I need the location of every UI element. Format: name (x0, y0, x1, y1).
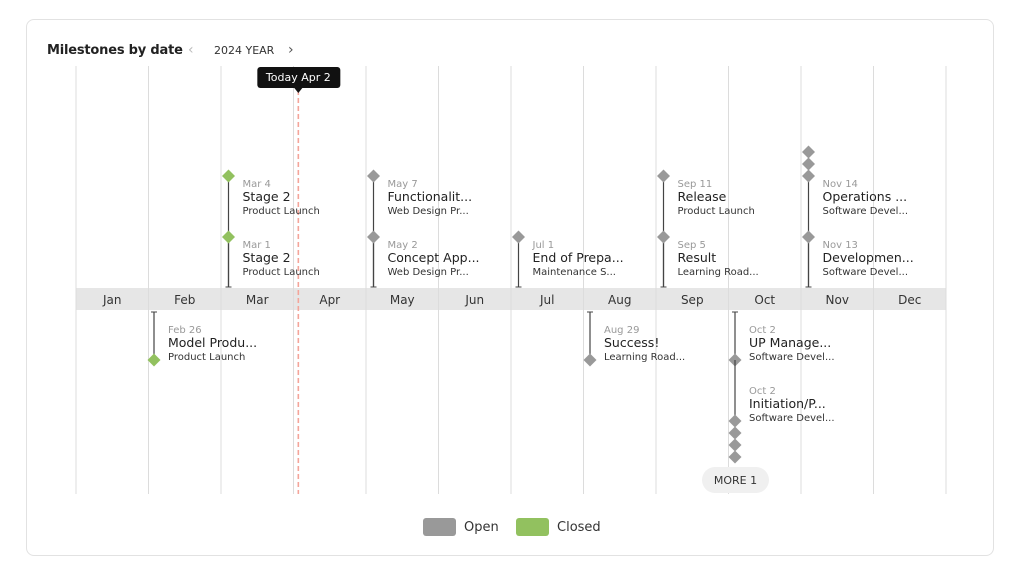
milestone-project: Learning Road... (604, 352, 685, 363)
milestone-title: Functionalit... (388, 189, 473, 204)
milestone-title: Developmen... (823, 250, 914, 265)
milestone-project: Web Design Pr... (388, 267, 469, 278)
legend-item-open[interactable]: Open (423, 518, 499, 536)
milestone-project: Product Launch (243, 206, 320, 217)
milestone-below[interactable]: Oct 2UP Manage...Software Devel... (728, 311, 835, 367)
legend-label-open: Open (464, 519, 499, 535)
month-label-jul: Jul (539, 293, 554, 307)
month-label-nov: Nov (826, 293, 849, 307)
milestone-project: Learning Road... (678, 267, 759, 278)
stacked-marker (802, 145, 815, 159)
milestone-marker-open (802, 230, 815, 244)
milestone-title: Release (678, 189, 727, 204)
milestone-below[interactable]: Oct 2Initiation/P...Software Devel... (728, 360, 835, 464)
month-label-mar: Mar (246, 293, 269, 307)
milestone-marker-open (657, 169, 670, 183)
milestone-project: Web Design Pr... (388, 206, 469, 217)
month-label-feb: Feb (174, 293, 195, 307)
milestone-project: Software Devel... (823, 267, 909, 278)
milestone-project: Product Launch (678, 206, 755, 217)
stacked-marker (802, 157, 815, 171)
milestone-below[interactable]: Feb 26Model Produ...Product Launch (147, 311, 258, 367)
month-label-dec: Dec (898, 293, 921, 307)
milestone-marker-open (728, 414, 742, 428)
month-label-jun: Jun (464, 293, 484, 307)
milestone-project: Maintenance S... (533, 267, 616, 278)
stacked-marker (728, 426, 742, 440)
milestone-above[interactable]: Nov 13Developmen...Software Devel... (802, 230, 914, 288)
milestone-project: Product Launch (168, 352, 245, 363)
milestone-below[interactable]: Aug 29Success!Learning Road... (583, 311, 686, 367)
milestone-marker-open (583, 353, 597, 367)
milestone-title: End of Prepa... (533, 250, 624, 265)
milestone-title: Success! (604, 335, 659, 350)
month-label-sep: Sep (681, 293, 704, 307)
milestone-title: Initiation/P... (749, 396, 826, 411)
month-label-may: May (390, 293, 415, 307)
stacked-marker (728, 438, 742, 452)
more-button[interactable]: MORE 1 (702, 467, 769, 493)
milestone-title: Model Produ... (168, 335, 257, 350)
legend-swatch-open (423, 518, 456, 536)
milestone-marker-open (802, 169, 815, 183)
legend-swatch-closed (516, 518, 549, 536)
milestone-timeline-chart: Jan Feb Mar Apr May Jun Jul Aug Sep Oct Nov Dec Toda… (75, 66, 947, 494)
milestone-marker-closed (222, 169, 235, 183)
milestone-title: Stage 2 (243, 189, 291, 204)
month-label-apr: Apr (319, 293, 340, 307)
milestone-title: UP Manage... (749, 335, 831, 350)
milestone-marker-open (512, 230, 525, 244)
milestone-above[interactable]: May 2Concept App...Web Design Pr... (367, 230, 480, 288)
month-label-aug: Aug (608, 293, 631, 307)
milestone-title: Concept App... (388, 250, 480, 265)
more-button-label: MORE 1 (714, 474, 757, 487)
milestone-above[interactable]: Nov 14Operations ...Software Devel... (802, 145, 909, 288)
milestone-marker-closed (222, 230, 235, 244)
today-tooltip-arrow (294, 88, 303, 93)
milestone-project: Software Devel... (749, 352, 835, 363)
today-label: Today Apr 2 (265, 71, 331, 84)
today-tooltip: Today Apr 2 (257, 67, 341, 93)
milestone-title: Stage 2 (243, 250, 291, 265)
milestone-above[interactable]: Mar 1Stage 2Product Launch (222, 230, 320, 288)
milestone-project: Product Launch (243, 267, 320, 278)
milestone-above[interactable]: Jul 1End of Prepa...Maintenance S... (512, 230, 624, 288)
milestone-title: Result (678, 250, 717, 265)
milestone-marker-open (367, 230, 380, 244)
milestone-marker-open (367, 169, 380, 183)
legend-label-closed: Closed (557, 519, 601, 535)
milestone-marker-closed (147, 353, 161, 367)
month-label-jan: Jan (102, 293, 122, 307)
milestone-marker-open (657, 230, 670, 244)
legend: Open Closed (0, 518, 1024, 538)
milestone-above[interactable]: Sep 5ResultLearning Road... (657, 230, 759, 288)
milestone-project: Software Devel... (749, 413, 835, 424)
month-label-oct: Oct (754, 293, 775, 307)
legend-item-closed[interactable]: Closed (516, 518, 601, 536)
milestone-project: Software Devel... (823, 206, 909, 217)
milestone-title: Operations ... (823, 189, 908, 204)
stacked-marker (728, 450, 742, 464)
